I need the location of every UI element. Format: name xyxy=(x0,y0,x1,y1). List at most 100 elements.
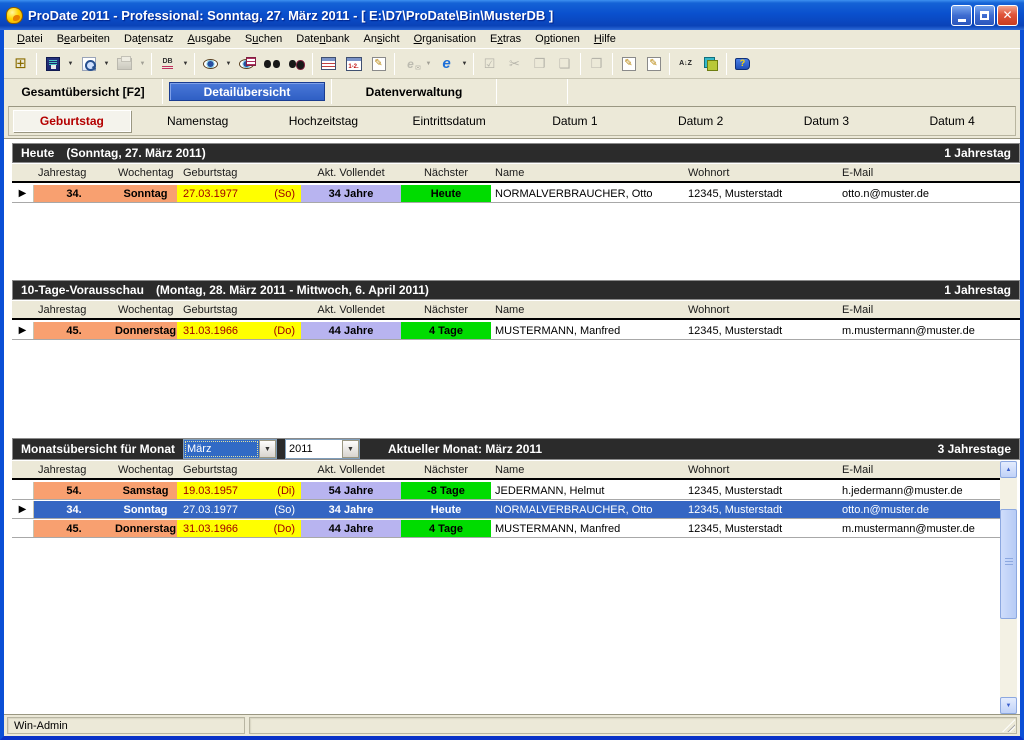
table-row[interactable]: 45. Donnerstag 31.03.1966(Do) 44 Jahre 4… xyxy=(12,520,1000,538)
database-export-button[interactable]: DB xyxy=(155,52,180,76)
scroll-down-button[interactable]: ▼ xyxy=(1000,697,1017,714)
year-select[interactable]: 2011 ▼ xyxy=(285,439,360,459)
scroll-up-button[interactable]: ▲ xyxy=(1000,461,1017,478)
print-preview-dropdown[interactable]: ▼ xyxy=(101,52,112,76)
tab-namenstag[interactable]: Namenstag xyxy=(135,107,261,135)
save-button[interactable] xyxy=(40,52,65,76)
month-section-header: Monatsübersicht für Monat März ▼ 2011 ▼ … xyxy=(12,438,1020,460)
current-row-arrow-icon: ▶ xyxy=(19,189,27,199)
new-record-button[interactable]: ⊞ xyxy=(8,52,33,76)
toolbar-separator xyxy=(151,53,152,75)
cell-wohnort: 12345, Musterstadt xyxy=(684,520,837,537)
table-row-selected[interactable]: ▶ 34. Sonntag 27.03.1977(So) 34 Jahre He… xyxy=(12,501,1000,519)
search-table-button[interactable] xyxy=(284,52,309,76)
cell-wochentag: Samstag xyxy=(114,482,177,499)
table-row[interactable]: 54. Samstag 19.03.1957(Di) 54 Jahre -8 T… xyxy=(12,482,1000,500)
paste-button[interactable]: ❑ xyxy=(552,52,577,76)
menu-bearbeiten[interactable]: Bearbeiten xyxy=(50,31,117,47)
column-email: E-Mail xyxy=(837,464,1000,476)
window-cascade-button[interactable] xyxy=(698,52,723,76)
scrollbar-thumb[interactable] xyxy=(1000,509,1017,619)
tab-eintrittsdatum[interactable]: Eintrittsdatum xyxy=(386,107,512,135)
tab-geburtstag[interactable]: Geburtstag xyxy=(9,107,135,135)
column-wohnort: Wohnort xyxy=(684,464,837,476)
menu-hilfe[interactable]: Hilfe xyxy=(587,31,623,47)
column-geburtstag: Geburtstag xyxy=(177,167,301,179)
table-row[interactable]: ▶ 45. Donnerstag 31.03.1966(Do) 44 Jahre… xyxy=(12,322,1020,340)
copy-record-button[interactable]: ❒ xyxy=(584,52,609,76)
cell-name: MUSTERMANN, Manfred xyxy=(491,520,684,537)
send-email-button[interactable]: e xyxy=(398,52,423,76)
menu-datei[interactable]: Datei xyxy=(10,31,50,47)
cell-wochentag: Sonntag xyxy=(114,501,177,518)
view-options-dropdown[interactable]: ▼ xyxy=(223,52,234,76)
cell-email: m.mustermann@muster.de xyxy=(837,520,1000,537)
open-browser-button[interactable]: e xyxy=(434,52,459,76)
table-row[interactable]: ▶ 34. Sonntag 27.03.1977(So) 34 Jahre He… xyxy=(12,185,1020,203)
tab-datum-4[interactable]: Datum 4 xyxy=(889,107,1015,135)
sort-az-button[interactable]: A↓Z xyxy=(673,52,698,76)
checklist-button[interactable]: ☑ xyxy=(477,52,502,76)
menu-suchen[interactable]: Suchen xyxy=(238,31,289,47)
send-email-dropdown[interactable]: ▼ xyxy=(423,52,434,76)
month-select-button[interactable]: ▼ xyxy=(259,440,276,458)
year-select-button[interactable]: ▼ xyxy=(342,440,359,458)
print-preview-button[interactable] xyxy=(76,52,101,76)
menu-extras[interactable]: Extras xyxy=(483,31,528,47)
calendar-dates-button[interactable]: 1-2. xyxy=(341,52,366,76)
print-button[interactable] xyxy=(112,52,137,76)
tab-hochzeitstag[interactable]: Hochzeitstag xyxy=(261,107,387,135)
save-dropdown[interactable]: ▼ xyxy=(65,52,76,76)
calendar-icon xyxy=(321,57,336,70)
forecast-count-badge: 1 Jahrestag xyxy=(944,283,1011,297)
print-dropdown[interactable]: ▼ xyxy=(137,52,148,76)
edit-record-button[interactable]: ✎ xyxy=(616,52,641,76)
view-options-button[interactable] xyxy=(198,52,223,76)
tab-datum-3[interactable]: Datum 3 xyxy=(764,107,890,135)
notes-button[interactable]: ✎ xyxy=(366,52,391,76)
tab-datum-2[interactable]: Datum 2 xyxy=(638,107,764,135)
database-export-dropdown[interactable]: ▼ xyxy=(180,52,191,76)
resize-grip[interactable] xyxy=(1002,719,1015,732)
menu-ansicht[interactable]: Ansicht xyxy=(356,31,406,47)
minimize-button[interactable] xyxy=(951,5,972,26)
search-button[interactable] xyxy=(259,52,284,76)
cell-vollendet: 34 Jahre xyxy=(301,185,401,202)
cut-button[interactable]: ✂ xyxy=(502,52,527,76)
menu-datenbank[interactable]: Datenbank xyxy=(289,31,356,47)
menu-optionen[interactable]: Optionen xyxy=(528,31,587,47)
status-bar: Win-Admin xyxy=(4,714,1020,736)
maximize-button[interactable] xyxy=(974,5,995,26)
open-browser-dropdown[interactable]: ▼ xyxy=(459,52,470,76)
menu-datensatz[interactable]: Datensatz xyxy=(117,31,181,47)
column-wohnort: Wohnort xyxy=(684,304,837,316)
cell-naechster: Heute xyxy=(401,185,491,202)
column-wochentag: Wochentag xyxy=(114,464,177,476)
close-button[interactable]: ✕ xyxy=(997,5,1018,26)
chevron-down-icon: ▼ xyxy=(140,61,146,67)
column-geburtstag: Geburtstag xyxy=(177,464,301,476)
tab-gesamtuebersicht[interactable]: Gesamtübersicht [F2] xyxy=(4,79,162,104)
eye-table-icon xyxy=(239,59,254,69)
main-tab-bar: Gesamtübersicht [F2] Detailübersicht Dat… xyxy=(4,79,1020,104)
vertical-scrollbar[interactable]: ▲ ▼ xyxy=(1000,461,1017,714)
menu-organisation[interactable]: Organisation xyxy=(407,31,483,47)
copy-button[interactable]: ❐ xyxy=(527,52,552,76)
column-name: Name xyxy=(491,304,684,316)
cell-email: otto.n@muster.de xyxy=(837,185,1020,202)
column-vollendet: Akt. Vollendet xyxy=(301,304,401,316)
tab-datenverwaltung[interactable]: Datenverwaltung xyxy=(332,79,496,104)
tab-datum-1[interactable]: Datum 1 xyxy=(512,107,638,135)
cell-wochentag: Donnerstag xyxy=(114,322,177,339)
help-button[interactable]: ? xyxy=(730,52,755,76)
cell-vollendet: 34 Jahre xyxy=(301,501,401,518)
tab-detailuebersicht[interactable]: Detailübersicht xyxy=(165,79,329,104)
month-select[interactable]: März ▼ xyxy=(183,439,277,459)
binoculars-icon xyxy=(264,59,280,69)
menu-ausgabe[interactable]: Ausgabe xyxy=(180,31,237,47)
view-table-button[interactable] xyxy=(234,52,259,76)
edit-memo-button[interactable]: ✎ xyxy=(641,52,666,76)
app-window: ProDate 2011 - Professional: Sonntag, 27… xyxy=(0,0,1024,740)
current-row-arrow-icon: ▶ xyxy=(19,505,27,515)
calendar-overview-button[interactable] xyxy=(316,52,341,76)
